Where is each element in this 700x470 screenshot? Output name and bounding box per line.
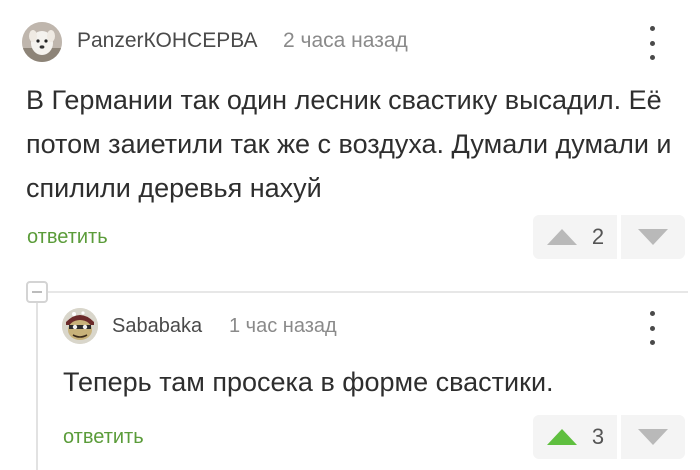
dog-avatar-icon	[22, 22, 62, 62]
upvote-triangle-icon	[546, 429, 577, 445]
comment-text: Теперь там просека в форме свастики.	[63, 367, 554, 397]
comment-author[interactable]: Sababaka	[112, 315, 202, 338]
comment-timestamp: 1 час назад	[229, 315, 337, 337]
reply-button[interactable]: ответить	[63, 426, 144, 449]
thread-branch-line	[36, 303, 38, 470]
more-vertical-icon[interactable]	[645, 311, 659, 345]
comment-thread: PanzerКОНСЕРВА 2 часа назад В Германии т…	[0, 0, 700, 470]
vote-count: 3	[591, 424, 605, 449]
user-avatar[interactable]	[22, 22, 62, 62]
collapse-thread-button[interactable]	[26, 281, 48, 303]
downvote-button[interactable]	[621, 415, 685, 459]
vote-controls: 3	[533, 415, 685, 459]
cartoon-face-avatar-icon	[62, 308, 98, 344]
vote-controls: 2	[533, 215, 685, 259]
comment-timestamp: 2 часа назад	[283, 29, 408, 52]
thread-divider	[48, 291, 688, 293]
more-vertical-icon[interactable]	[645, 26, 659, 60]
downvote-triangle-icon	[638, 429, 668, 445]
upvote-triangle-icon	[546, 229, 577, 245]
upvote-button[interactable]: 3	[533, 415, 617, 459]
downvote-button[interactable]	[621, 215, 685, 259]
comment-author[interactable]: PanzerКОНСЕРВА	[77, 29, 258, 53]
user-avatar[interactable]	[62, 308, 98, 344]
vote-count: 2	[591, 224, 605, 249]
downvote-triangle-icon	[638, 229, 668, 245]
reply-button[interactable]: ответить	[27, 226, 108, 249]
comment-text: В Германии так один лесник свастику выса…	[26, 85, 672, 203]
upvote-button[interactable]: 2	[533, 215, 617, 259]
